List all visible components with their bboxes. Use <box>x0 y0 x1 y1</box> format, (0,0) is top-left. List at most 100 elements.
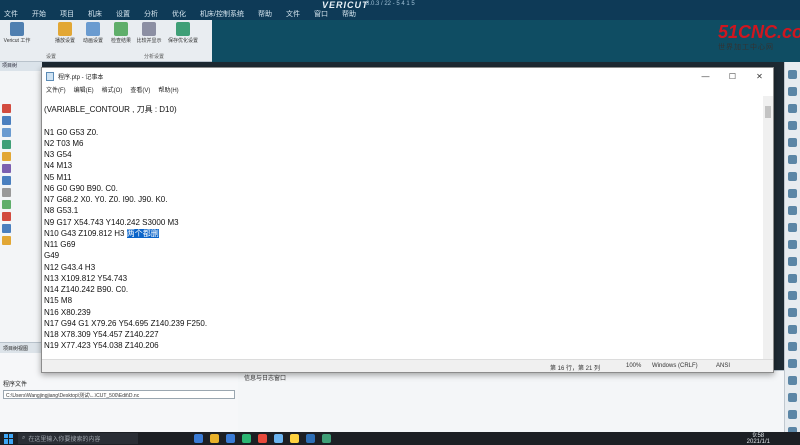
tree-icon[interactable] <box>2 116 11 125</box>
close-button[interactable]: ✕ <box>746 68 773 84</box>
menu-edit[interactable]: 编辑(E) <box>74 85 94 94</box>
tool-icon[interactable] <box>788 393 797 402</box>
tool-icon[interactable] <box>788 223 797 232</box>
ribbon-button[interactable]: 播放设置 <box>50 22 80 52</box>
vc-menu-item[interactable]: 优化 <box>172 10 186 20</box>
tool-icon[interactable] <box>788 257 797 266</box>
taskbar-app-icon[interactable] <box>258 434 267 443</box>
tool-icon[interactable] <box>788 104 797 113</box>
project-tree-tab[interactable]: 项目树 <box>0 62 42 71</box>
vc-menu-item[interactable]: 帮助 <box>258 10 272 20</box>
tool-icon[interactable] <box>788 274 797 283</box>
tool-icon[interactable] <box>788 189 797 198</box>
code-line: N12 G43.4 H3 <box>44 262 96 272</box>
menu-help[interactable]: 帮助(H) <box>158 85 178 94</box>
tree-icon[interactable] <box>2 176 11 185</box>
code-line: N1 G0 G53 Z0. <box>44 127 99 137</box>
notepad-menubar: 文件(F) 编辑(E) 格式(O) 查看(V) 帮助(H) <box>42 84 773 95</box>
vc-menu-item[interactable]: 文件 <box>286 10 300 20</box>
vc-menu-item[interactable]: 文件 <box>4 10 18 20</box>
notepad-titlebar[interactable]: 程序.ptp - 记事本 — ☐ ✕ <box>42 68 773 84</box>
taskbar: ⌕ 在这里输入你要搜索的内容 9:58 2021/1/1 <box>0 432 800 445</box>
ribbon-button[interactable]: 保存优化设置 <box>168 22 198 52</box>
tree-icon[interactable] <box>2 224 11 233</box>
tree-icon[interactable] <box>2 200 11 209</box>
taskbar-app-icon[interactable] <box>194 434 203 443</box>
menu-view[interactable]: 查看(V) <box>130 85 150 94</box>
vc-menu-item[interactable]: 帮助 <box>342 10 356 20</box>
tool-icon[interactable] <box>788 206 797 215</box>
tree-icon[interactable] <box>2 128 11 137</box>
vc-menu-item[interactable]: 窗口 <box>314 10 328 20</box>
program-path-field[interactable]: C:\Users\Wangjingjiang\Desktop\测试\...\CU… <box>3 390 235 399</box>
tool-icon[interactable] <box>788 359 797 368</box>
viewport-background <box>212 20 800 62</box>
code-line: (VARIABLE_CONTOUR , 刀具 : D10) <box>44 105 177 114</box>
tool-icon[interactable] <box>788 376 797 385</box>
vericut-brand: VERICUT <box>322 0 369 10</box>
code-line: N3 G54 <box>44 150 72 159</box>
tool-icon[interactable] <box>788 70 797 79</box>
tool-icon[interactable] <box>788 325 797 334</box>
ribbon-button[interactable]: 动画设置 <box>78 22 108 52</box>
code-line-selected: N10 G43 Z109.812 H3 两个都删 <box>44 228 764 239</box>
tree-icon[interactable] <box>2 188 11 197</box>
vc-menu-item[interactable]: 项目 <box>60 10 74 20</box>
taskbar-app-icon[interactable] <box>242 434 251 443</box>
code-line: N18 X78.309 Y54.457 Z140.227 <box>44 330 159 339</box>
tool-icon[interactable] <box>788 308 797 317</box>
taskbar-app-icon[interactable] <box>274 434 283 443</box>
tool-icon[interactable] <box>788 291 797 300</box>
code-line: N16 X80.239 <box>44 307 91 317</box>
code-line: N4 M13 <box>44 161 73 171</box>
taskbar-app-icon[interactable] <box>322 434 331 443</box>
encoding: ANSI <box>716 363 731 369</box>
right-toolbar <box>784 62 800 436</box>
vericut-titlebar: VERICUT 8.0.3 / 22 - 5 4 1 5 <box>0 0 800 10</box>
vc-menu-item[interactable]: 分析 <box>144 10 158 20</box>
tool-icon[interactable] <box>788 138 797 147</box>
ribbon-button[interactable]: 比较并显示 <box>134 22 164 52</box>
tree-icon[interactable] <box>2 104 11 113</box>
tool-icon[interactable] <box>788 342 797 351</box>
code-line: N19 X77.423 Y54.038 Z140.206 <box>44 341 159 351</box>
scrollbar-thumb[interactable] <box>765 106 771 118</box>
vc-menu-item[interactable]: 开始 <box>32 10 46 20</box>
vc-menu-item[interactable]: 机床/控制系统 <box>200 10 244 20</box>
vertical-scrollbar[interactable] <box>763 96 773 361</box>
tool-icon[interactable] <box>788 87 797 96</box>
maximize-button[interactable]: ☐ <box>719 68 746 84</box>
watermark-subtitle: 世界加工中心网 <box>718 44 774 51</box>
tree-icon[interactable] <box>2 212 11 221</box>
tool-icon[interactable] <box>788 121 797 130</box>
taskbar-app-icon[interactable] <box>210 434 219 443</box>
taskbar-app-icon[interactable] <box>226 434 235 443</box>
menu-format[interactable]: 格式(O) <box>102 85 123 94</box>
taskbar-app-icon[interactable] <box>306 434 315 443</box>
start-button[interactable] <box>4 433 14 444</box>
code-line: N5 M11 <box>44 172 72 182</box>
taskbar-app-icon[interactable] <box>290 434 299 443</box>
check-icon <box>114 22 128 36</box>
ribbon-button[interactable]: 检查结果 <box>106 22 136 52</box>
tree-icon[interactable] <box>2 236 11 245</box>
text-editor[interactable]: (VARIABLE_CONTOUR , 刀具 : D10) N1 G0 G53 … <box>42 96 764 361</box>
vc-menu-item[interactable]: 机床 <box>88 10 102 20</box>
minimize-button[interactable]: — <box>692 68 719 84</box>
code-line: N14 Z140.242 B90. C0. <box>44 285 129 294</box>
tree-icon[interactable] <box>2 164 11 173</box>
taskbar-search[interactable]: ⌕ 在这里输入你要搜索的内容 <box>18 433 138 444</box>
tree-icon[interactable] <box>2 140 11 149</box>
code-line: N17 G94 G1 X79.26 Y54.695 Z140.239 F250. <box>44 318 208 328</box>
tree-icon[interactable] <box>2 152 11 161</box>
ribbon-button[interactable]: Vericut 工作 <box>2 22 32 52</box>
taskbar-clock[interactable]: 9:58 2021/1/1 <box>747 432 770 445</box>
tool-icon[interactable] <box>788 155 797 164</box>
log-panel: 信息与日志窗口 <box>238 370 790 432</box>
tool-icon[interactable] <box>788 410 797 419</box>
vc-menu-item[interactable]: 设置 <box>116 10 130 20</box>
menu-file[interactable]: 文件(F) <box>46 85 66 94</box>
tool-icon[interactable] <box>788 240 797 249</box>
tool-icon[interactable] <box>788 172 797 181</box>
vericut-menubar: 文件 开始 项目 机床 设置 分析 优化 机床/控制系统 帮助 文件 窗口 帮助 <box>0 10 800 20</box>
